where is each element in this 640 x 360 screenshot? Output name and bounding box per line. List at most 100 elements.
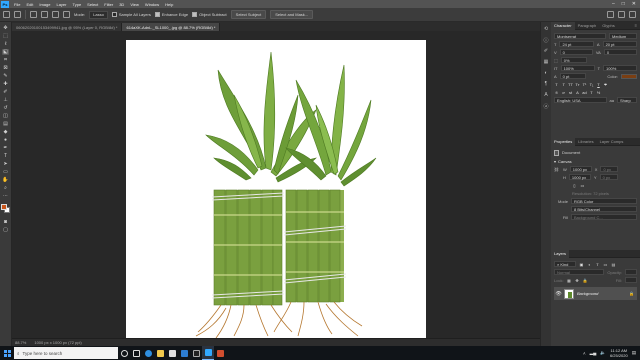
select-and-mask-button[interactable]: Select and Mask... — [270, 10, 314, 19]
canvas-x-field[interactable]: 0 px — [600, 166, 619, 172]
taskbar-search[interactable]: ⌕ Type here to search — [14, 347, 118, 359]
fill-field[interactable] — [625, 277, 637, 283]
workspace-icon[interactable] — [618, 11, 625, 18]
subscript-icon[interactable]: T₁ — [589, 82, 594, 87]
all-caps-icon[interactable]: TT — [568, 82, 573, 87]
adjustment-filter-icon[interactable]: ◐ — [587, 262, 592, 267]
menu-type[interactable]: Type — [70, 2, 85, 7]
font-style-select[interactable]: Medium — [609, 33, 637, 39]
crop-tool-icon[interactable]: ⌗ — [2, 57, 9, 63]
marquee-tool-icon[interactable]: ⬚ — [2, 33, 9, 39]
alternates-icon[interactable]: A — [575, 90, 580, 95]
layer-row[interactable]: 👁 Background 🔒 — [554, 287, 637, 300]
faux-bold-icon[interactable]: T — [554, 82, 559, 87]
object-subtract-checkbox[interactable]: Object Subtract — [192, 12, 227, 17]
subtract-selection-icon[interactable] — [52, 11, 59, 18]
terminal-icon[interactable] — [190, 346, 202, 360]
lock-all-icon[interactable]: 🔒 — [583, 278, 588, 283]
swatches-icon[interactable]: ▦ — [543, 59, 549, 65]
hand-tool-icon[interactable]: ✋ — [2, 177, 9, 183]
menu-image[interactable]: Image — [36, 2, 53, 7]
document-canvas[interactable] — [126, 40, 426, 339]
tab-properties[interactable]: Properties — [551, 137, 576, 146]
zoom-tool-icon[interactable]: ⌕ — [2, 185, 9, 191]
color-mode-select[interactable]: RGB Color — [571, 198, 637, 204]
history-icon[interactable]: ⟲ — [543, 26, 549, 32]
underline-icon[interactable]: T — [596, 82, 601, 87]
menu-view[interactable]: View — [127, 2, 142, 7]
titling-icon[interactable]: ad — [582, 90, 587, 95]
object-selection-tool-icon[interactable] — [14, 11, 21, 18]
more-tools-icon[interactable]: ⋯ — [2, 193, 9, 199]
dodge-tool-icon[interactable]: ● — [2, 137, 9, 143]
rectangle-tool-icon[interactable]: ▭ — [2, 169, 9, 175]
opacity-field[interactable] — [625, 269, 637, 275]
healing-brush-tool-icon[interactable]: ✚ — [2, 81, 9, 87]
edge-icon[interactable] — [142, 346, 154, 360]
panel-menu-icon[interactable]: ≡ — [635, 23, 640, 28]
visibility-eye-icon[interactable]: 👁 — [555, 291, 561, 297]
maximize-button[interactable]: □ — [622, 1, 625, 7]
superscript-icon[interactable]: T¹ — [582, 82, 587, 87]
sample-all-layers-checkbox[interactable]: Sample All Layers — [111, 12, 151, 17]
fractions-icon[interactable]: ½ — [596, 90, 601, 95]
menu-filter[interactable]: Filter — [101, 2, 116, 7]
foreground-color-swatch[interactable] — [0, 204, 7, 210]
kerning-field[interactable]: 0 — [559, 49, 593, 55]
task-view-icon[interactable] — [130, 346, 142, 360]
font-size-field[interactable]: 24 pt — [559, 41, 594, 47]
portrait-icon[interactable]: ▯ — [572, 183, 577, 188]
chevron-up-icon[interactable]: ˄ — [583, 351, 586, 356]
tab-libraries[interactable]: Libraries — [575, 138, 596, 146]
leading-field[interactable]: 20 pt — [602, 41, 637, 47]
path-selection-tool-icon[interactable]: ➤ — [2, 161, 9, 167]
object-selection-tool-icon[interactable]: ⬕ — [2, 49, 9, 55]
adjustments-icon[interactable]: ◐ — [543, 70, 549, 76]
eyedropper-tool-icon[interactable]: ✎ — [2, 73, 9, 79]
notifications-icon[interactable]: ▤ — [632, 350, 636, 356]
brush-tool-icon[interactable]: ✐ — [2, 89, 9, 95]
tsume-field[interactable]: 0% — [560, 57, 587, 63]
menu-select[interactable]: Select — [84, 2, 101, 7]
cortana-icon[interactable] — [118, 346, 130, 360]
faux-italic-icon[interactable]: T — [561, 82, 566, 87]
menu-edit[interactable]: Edit — [23, 2, 36, 7]
menu-file[interactable]: File — [11, 2, 23, 7]
type-filter-icon[interactable]: T — [595, 262, 600, 267]
start-button[interactable] — [0, 346, 14, 360]
font-family-select[interactable]: Montserrat — [554, 33, 606, 39]
tracking-field[interactable]: 0 — [603, 49, 637, 55]
strikethrough-icon[interactable]: T — [603, 82, 608, 87]
menu-3d[interactable]: 3D — [116, 2, 127, 7]
app-icon[interactable] — [214, 346, 226, 360]
share-icon[interactable] — [629, 11, 636, 18]
menu-layer[interactable]: Layer — [53, 2, 69, 7]
mode-dropdown[interactable]: Lasso — [89, 10, 108, 19]
pixel-filter-icon[interactable]: ▣ — [579, 262, 584, 267]
old-style-icon[interactable]: ơ — [561, 90, 566, 95]
layer-name[interactable]: Background — [577, 291, 598, 296]
lock-position-icon[interactable]: ✥ — [575, 278, 580, 283]
tab-paragraph[interactable]: Paragraph — [575, 22, 600, 30]
character-icon[interactable]: A — [543, 92, 549, 98]
text-color-swatch[interactable] — [621, 73, 637, 79]
baseline-field[interactable]: 0 pt — [559, 73, 586, 79]
home-icon[interactable] — [3, 11, 10, 18]
menu-help[interactable]: Help — [162, 2, 176, 7]
add-selection-icon[interactable] — [41, 11, 48, 18]
ligatures-icon[interactable]: fi — [554, 90, 559, 95]
volume-icon[interactable]: 🔈 — [600, 350, 606, 356]
tab-glyphs[interactable]: Glyphs — [599, 22, 617, 30]
blend-mode-select[interactable]: Normal — [554, 269, 605, 275]
antialias-select[interactable]: Sharp — [617, 97, 637, 103]
tab-character[interactable]: Character — [551, 21, 575, 30]
quick-mask-icon[interactable]: ◙ — [2, 219, 9, 225]
canvas-y-field[interactable]: 0 px — [599, 174, 618, 180]
ordinals-icon[interactable]: T — [589, 90, 594, 95]
enhance-edge-checkbox[interactable]: Enhance Edge — [154, 12, 188, 17]
fill-select[interactable]: Background C... — [571, 214, 637, 220]
eraser-tool-icon[interactable]: ◫ — [2, 113, 9, 119]
canvas-height-field[interactable]: 1000 px — [568, 174, 591, 180]
blur-tool-icon[interactable]: ◆ — [2, 129, 9, 135]
frame-tool-icon[interactable]: ⊠ — [2, 65, 9, 71]
